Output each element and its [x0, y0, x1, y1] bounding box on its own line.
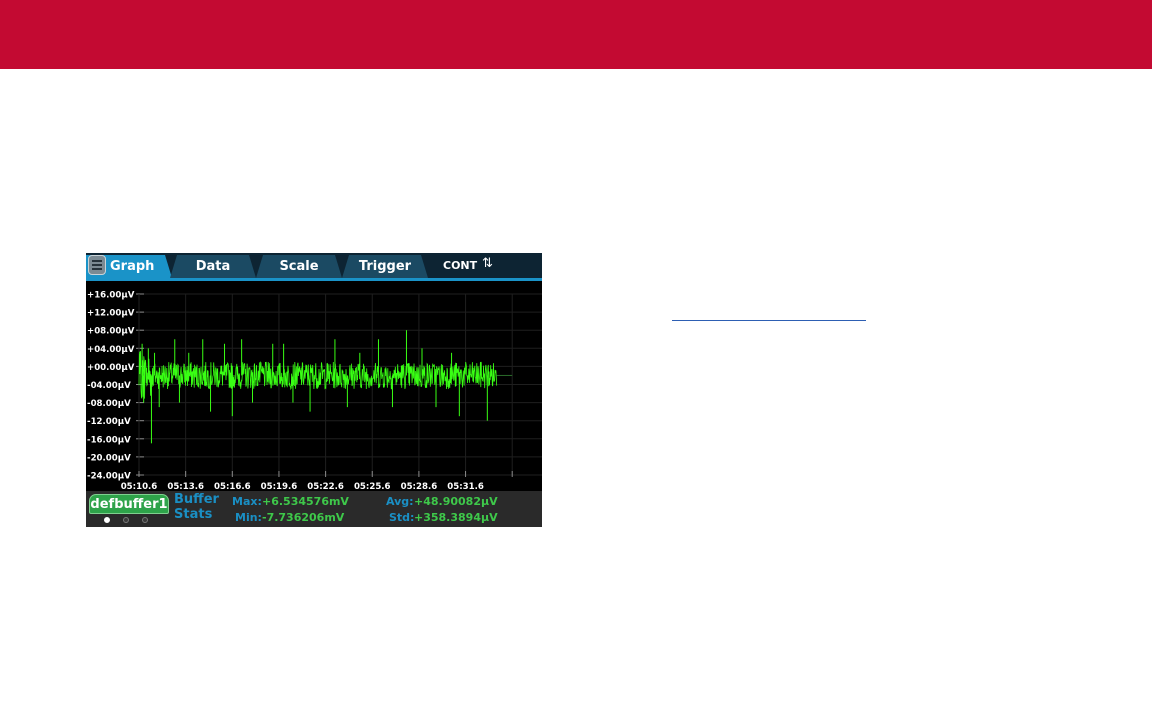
- x-tick-label: 05:16.6: [214, 482, 251, 491]
- y-tick-label: -04.00µV: [87, 381, 131, 391]
- y-tick-label: +04.00µV: [87, 345, 135, 355]
- y-tick-label: -16.00µV: [87, 435, 131, 445]
- tab-data[interactable]: Data: [170, 255, 256, 278]
- y-tick-label: -08.00µV: [87, 399, 131, 409]
- buffer-stats-bar: defbuffer1 Buffer Stats Max: +6.534576mV…: [86, 491, 542, 527]
- tab-scale[interactable]: Scale: [256, 255, 342, 278]
- trigger-mode-label[interactable]: CONT: [443, 259, 477, 272]
- tab-data-label: Data: [195, 259, 231, 274]
- x-tick-label: 05:28.6: [401, 482, 438, 491]
- tab-graph-label: Graph: [110, 259, 155, 274]
- y-tick-label: +08.00µV: [87, 327, 135, 337]
- instrument-screen: Graph Data Scale Trigger CONT ⇅ +16.00µV…: [86, 253, 542, 527]
- y-tick-label: -12.00µV: [87, 417, 131, 427]
- avg-label: Avg:: [386, 495, 414, 508]
- max-label: Max:: [232, 495, 262, 508]
- buffer-stats-title-line2: Stats: [174, 507, 213, 522]
- tab-bar: Graph Data Scale Trigger CONT ⇅: [86, 253, 542, 281]
- y-tick-label: +00.00µV: [87, 363, 135, 373]
- x-tick-label: 05:31.6: [447, 482, 484, 491]
- data-trace: [138, 351, 498, 399]
- buffer-stats-title: Buffer Stats: [174, 492, 219, 522]
- buffer-name-button[interactable]: defbuffer1: [89, 494, 169, 514]
- min-value: -7.736206mV: [262, 511, 345, 524]
- hamburger-menu-icon[interactable]: [88, 255, 106, 275]
- refresh-icon[interactable]: ⇅: [482, 256, 493, 271]
- y-tick-label: +16.00µV: [87, 291, 135, 301]
- avg-value: +48.90082µV: [414, 495, 498, 508]
- page-dot-1: [104, 517, 110, 523]
- y-tick-label: -20.00µV: [87, 453, 131, 463]
- page-dot-3: [142, 517, 148, 523]
- page-dot-2: [123, 517, 129, 523]
- std-label: Std:: [389, 511, 415, 524]
- x-tick-label: 05:10.6: [121, 482, 158, 491]
- std-value: +358.3894µV: [414, 511, 498, 524]
- x-tick-label: 05:13.6: [167, 482, 204, 491]
- y-tick-label: -24.00µV: [87, 472, 131, 482]
- hyperlink-underline[interactable]: [672, 320, 866, 321]
- buffer-stats-title-line1: Buffer: [174, 492, 219, 507]
- y-tick-label: +12.00µV: [87, 309, 135, 319]
- tab-scale-label: Scale: [279, 259, 319, 274]
- max-value: +6.534576mV: [262, 495, 349, 508]
- graph-plot[interactable]: +16.00µV +12.00µV +08.00µV +04.00µV +00.00µV…: [86, 281, 542, 491]
- header-banner: [0, 0, 1152, 69]
- x-tick-label: 05:19.6: [261, 482, 298, 491]
- x-tick-label: 05:22.6: [307, 482, 344, 491]
- tab-trigger[interactable]: Trigger: [342, 255, 428, 278]
- x-tick-label: 05:25.6: [354, 482, 391, 491]
- min-label: Min:: [235, 511, 262, 524]
- tab-trigger-label: Trigger: [358, 259, 412, 274]
